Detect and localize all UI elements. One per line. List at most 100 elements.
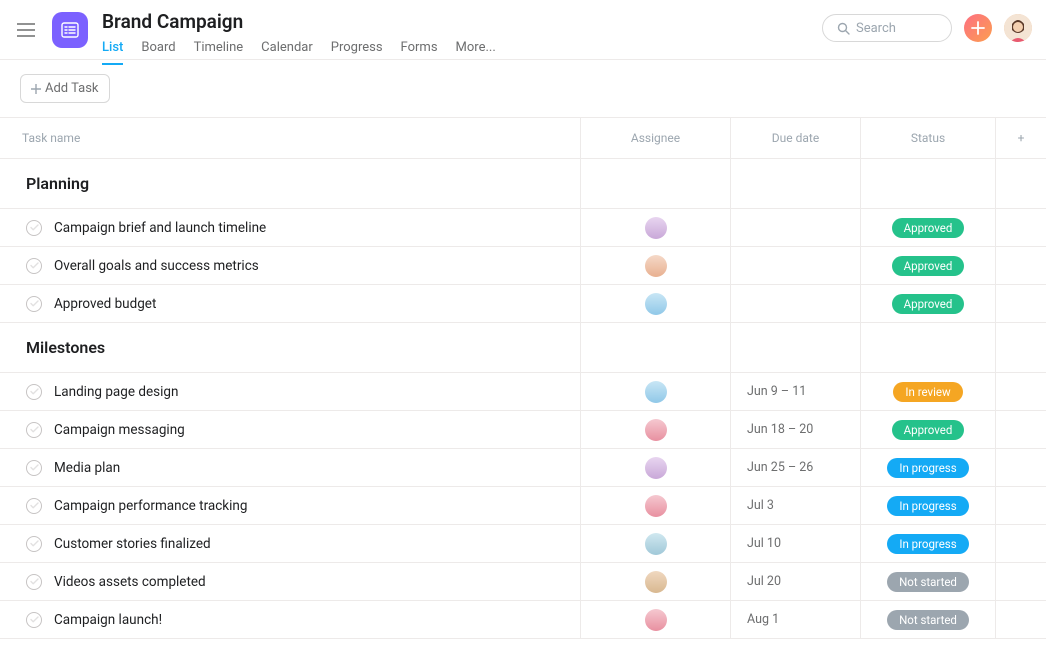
complete-checkbox[interactable] [26,612,42,628]
task-row[interactable]: Media plan Jun 25 – 26 In progress [0,449,1046,487]
assignee-cell[interactable] [581,411,731,448]
status-pill[interactable]: Approved [892,218,965,238]
task-name[interactable]: Customer stories finalized [54,536,211,552]
task-name[interactable]: Videos assets completed [54,574,206,590]
status-pill[interactable]: Not started [887,572,969,592]
task-name[interactable]: Approved budget [54,296,156,312]
menu-icon[interactable] [14,18,38,42]
section-header[interactable]: Milestones [0,323,1046,373]
search-input[interactable]: Search [822,14,952,42]
status-pill[interactable]: In progress [887,496,968,516]
complete-checkbox[interactable] [26,384,42,400]
task-row[interactable]: Campaign launch! Aug 1 Not started [0,601,1046,639]
task-row[interactable]: Campaign performance tracking Jul 3 In pro… [0,487,1046,525]
section-header[interactable]: Planning [0,159,1046,209]
task-name-cell[interactable]: Overall goals and success metrics [0,247,581,284]
complete-checkbox[interactable] [26,498,42,514]
project-title[interactable]: Brand Campaign [102,10,496,34]
tab-timeline[interactable]: Timeline [194,40,244,65]
task-name-cell[interactable]: Campaign brief and launch timeline [0,209,581,246]
due-date-cell[interactable] [731,209,861,246]
due-date-cell[interactable]: Aug 1 [731,601,861,638]
task-name[interactable]: Media plan [54,460,120,476]
column-status[interactable]: Status [861,118,996,158]
tab-calendar[interactable]: Calendar [261,40,313,65]
assignee-avatar[interactable] [645,293,667,315]
status-cell[interactable]: In progress [861,525,996,562]
assignee-avatar[interactable] [645,495,667,517]
task-row[interactable]: Approved budget Approved [0,285,1046,323]
assignee-cell[interactable] [581,563,731,600]
tab-board[interactable]: Board [141,40,175,65]
status-pill[interactable]: In progress [887,534,968,554]
due-date-cell[interactable] [731,285,861,322]
task-name[interactable]: Overall goals and success metrics [54,258,259,274]
assignee-avatar[interactable] [645,533,667,555]
column-assignee[interactable]: Assignee [581,118,731,158]
assignee-avatar[interactable] [645,381,667,403]
task-name-cell[interactable]: Videos assets completed [0,563,581,600]
assignee-avatar[interactable] [645,571,667,593]
tab-progress[interactable]: Progress [331,40,383,65]
task-name-cell[interactable]: Campaign launch! [0,601,581,638]
due-date-cell[interactable]: Jun 25 – 26 [731,449,861,486]
due-date-cell[interactable]: Jun 9 – 11 [731,373,861,410]
assignee-cell[interactable] [581,209,731,246]
assignee-cell[interactable] [581,525,731,562]
status-cell[interactable]: Approved [861,411,996,448]
status-pill[interactable]: Approved [892,294,965,314]
due-date-cell[interactable]: Jul 10 [731,525,861,562]
task-name[interactable]: Campaign performance tracking [54,498,247,514]
due-date-cell[interactable] [731,247,861,284]
status-pill[interactable]: Approved [892,256,965,276]
complete-checkbox[interactable] [26,536,42,552]
status-cell[interactable]: Approved [861,209,996,246]
complete-checkbox[interactable] [26,220,42,236]
complete-checkbox[interactable] [26,258,42,274]
global-add-button[interactable] [964,14,992,42]
task-name-cell[interactable]: Media plan [0,449,581,486]
status-pill[interactable]: Not started [887,610,969,630]
assignee-avatar[interactable] [645,419,667,441]
task-name-cell[interactable]: Approved budget [0,285,581,322]
status-pill[interactable]: Approved [892,420,965,440]
assignee-avatar[interactable] [645,609,667,631]
assignee-cell[interactable] [581,373,731,410]
add-task-button[interactable]: Add Task [20,74,110,103]
tab-list[interactable]: List [102,40,123,65]
assignee-cell[interactable] [581,601,731,638]
status-cell[interactable]: In progress [861,449,996,486]
section-name[interactable]: Milestones [0,323,581,372]
assignee-cell[interactable] [581,247,731,284]
assignee-avatar[interactable] [645,457,667,479]
project-icon[interactable] [52,12,88,48]
status-cell[interactable]: Approved [861,285,996,322]
status-cell[interactable]: In progress [861,487,996,524]
task-name-cell[interactable]: Landing page design [0,373,581,410]
status-pill[interactable]: In review [893,382,962,402]
tab-more-[interactable]: More... [456,40,496,65]
task-name-cell[interactable]: Campaign performance tracking [0,487,581,524]
task-row[interactable]: Landing page design Jun 9 – 11 In review [0,373,1046,411]
section-name[interactable]: Planning [0,159,581,208]
assignee-cell[interactable] [581,449,731,486]
task-row[interactable]: Videos assets completed Jul 20 Not started [0,563,1046,601]
complete-checkbox[interactable] [26,422,42,438]
due-date-cell[interactable]: Jul 20 [731,563,861,600]
task-row[interactable]: Campaign brief and launch timeline Approv… [0,209,1046,247]
status-cell[interactable]: Approved [861,247,996,284]
profile-avatar[interactable] [1004,14,1032,42]
status-pill[interactable]: In progress [887,458,968,478]
assignee-avatar[interactable] [645,255,667,277]
complete-checkbox[interactable] [26,296,42,312]
task-row[interactable]: Campaign messagingJun 18 – 20Approved [0,411,1046,449]
task-name[interactable]: Campaign launch! [54,612,162,628]
assignee-cell[interactable] [581,285,731,322]
task-name[interactable]: Landing page design [54,384,178,400]
status-cell[interactable]: Not started [861,601,996,638]
task-name-cell[interactable]: Customer stories finalized [0,525,581,562]
tab-forms[interactable]: Forms [401,40,438,65]
due-date-cell[interactable]: Jun 18 – 20 [731,411,861,448]
due-date-cell[interactable]: Jul 3 [731,487,861,524]
task-row[interactable]: Overall goals and success metrics Approve… [0,247,1046,285]
